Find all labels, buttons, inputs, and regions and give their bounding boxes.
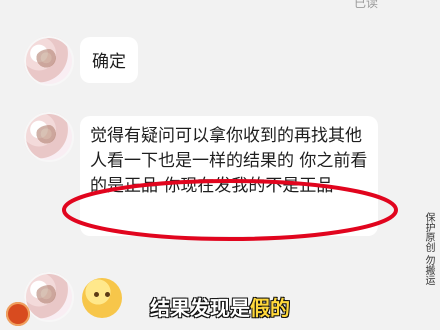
message-text: 确定 xyxy=(92,52,126,72)
message-bubble-confirm[interactable]: 确定 xyxy=(80,37,138,83)
message-text: 觉得有疑问可以拿你收到的再找其他人看一下也是一样的结果的 你之前看的是正品 你现… xyxy=(90,126,368,196)
video-caption: 结果发现是假的 xyxy=(150,292,290,321)
vertical-watermark: 保护原创 勿搬运 xyxy=(423,212,434,286)
mascot-icon xyxy=(6,302,30,326)
contact-avatar[interactable] xyxy=(24,112,74,162)
message-bubble-long[interactable]: 觉得有疑问可以拿你收到的再找其他人看一下也是一样的结果的 你之前看的是正品 你现… xyxy=(80,116,378,236)
contact-avatar[interactable] xyxy=(24,36,74,86)
caption-prefix: 结果发现是 xyxy=(150,296,250,320)
contact-avatar[interactable] xyxy=(24,272,74,322)
thinking-face-icon xyxy=(82,278,122,318)
read-status: 已读 xyxy=(353,0,378,10)
caption-highlight: 假的 xyxy=(250,296,290,320)
